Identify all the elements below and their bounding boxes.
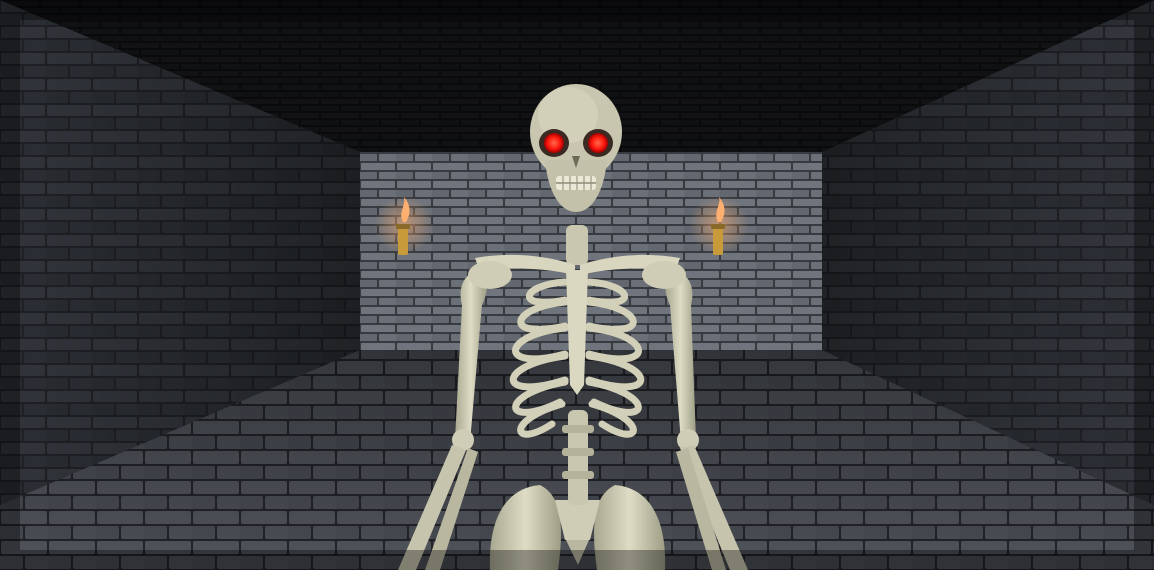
game-viewport[interactable] <box>0 0 1154 570</box>
glowing-eye-icon <box>544 133 564 153</box>
glowing-eye-icon <box>588 133 608 153</box>
torch-left <box>374 195 434 255</box>
dungeon-scene <box>0 0 1154 570</box>
torch-right <box>689 195 749 255</box>
